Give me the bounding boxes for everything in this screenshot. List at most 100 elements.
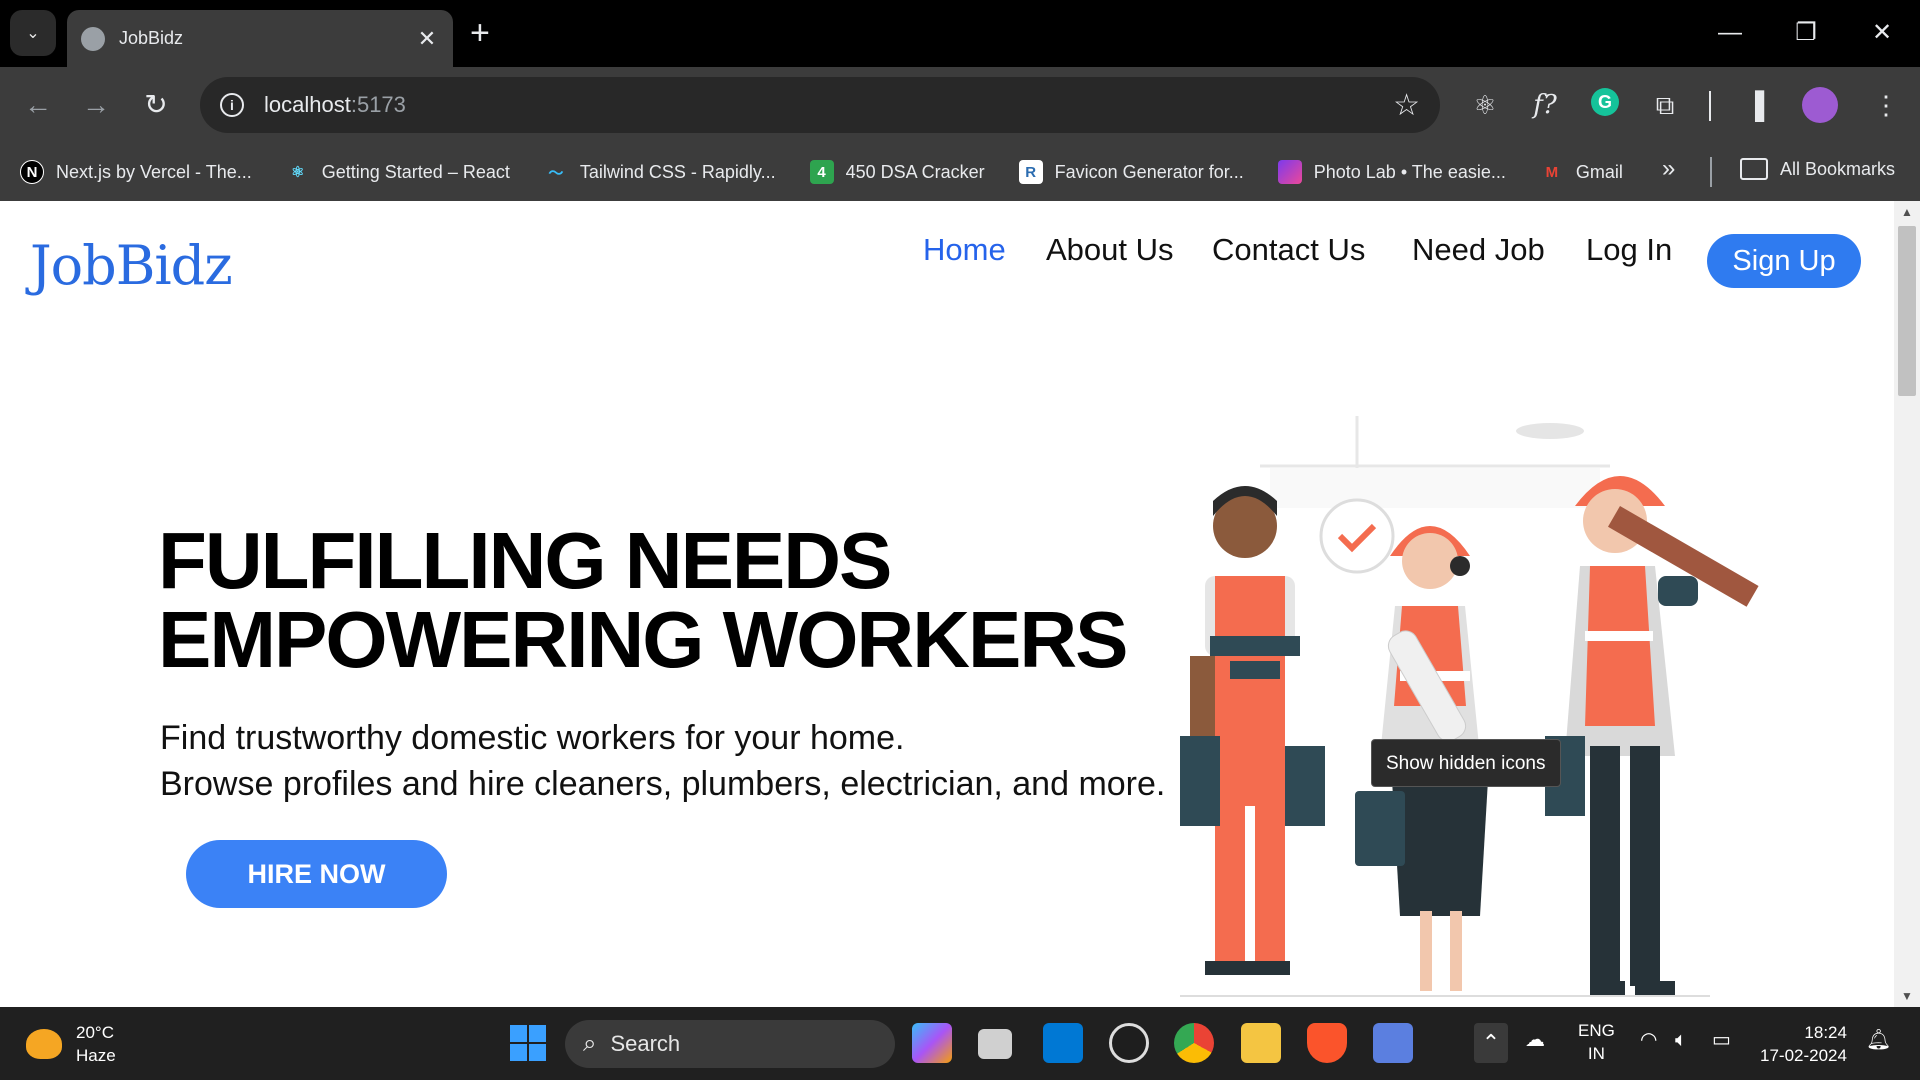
toolbar-divider (1709, 91, 1711, 121)
bookmark-item[interactable]: 4 450 DSA Cracker (809, 160, 985, 184)
chrome-icon[interactable] (1174, 1023, 1214, 1063)
bookmarks-bar: N Next.js by Vercel - The... ⚛ Getting S… (0, 143, 1920, 201)
photolab-icon (1277, 160, 1302, 184)
bookmark-label: Next.js by Vercel - The... (56, 161, 252, 182)
task-view-icon[interactable] (978, 1029, 1012, 1059)
site-info-icon[interactable]: i (220, 93, 244, 117)
battery-icon[interactable]: ▭ (1712, 1029, 1731, 1052)
nav-home[interactable]: Home (923, 232, 1006, 268)
file-explorer-icon[interactable] (1241, 1023, 1281, 1063)
language-indicator[interactable]: ENG IN (1578, 1019, 1615, 1065)
weather-widget[interactable]: 20°C Haze (26, 1021, 116, 1067)
volume-icon[interactable]: 🔈︎ (1675, 1029, 1687, 1052)
browser-tab[interactable]: JobBidz ✕ (67, 10, 453, 67)
taskbar-search[interactable]: ⌕ Search (565, 1020, 895, 1068)
bookmark-label: 450 DSA Cracker (845, 161, 985, 182)
bookmark-label: Photo Lab • The easie... (1313, 161, 1506, 182)
check-bubble (1319, 498, 1395, 574)
brave-icon[interactable] (1307, 1023, 1347, 1063)
search-icon: ⌕ (583, 1030, 597, 1057)
scroll-thumb[interactable] (1898, 226, 1916, 396)
svg-text:G: G (1598, 92, 1612, 112)
bookmarks-divider (1710, 157, 1712, 187)
signup-button[interactable]: Sign Up (1707, 234, 1861, 288)
bookmark-label: Gmail (1575, 161, 1623, 182)
react-icon: ⚛ (291, 164, 305, 181)
tab-search-button[interactable]: ⌄ (10, 10, 56, 56)
bookmark-item[interactable]: ⚛ Getting Started – React (286, 160, 510, 184)
extensions-icon[interactable]: ⧉ (1647, 87, 1683, 123)
copilot-icon[interactable] (912, 1023, 952, 1063)
menu-icon[interactable]: ⋮ (1868, 87, 1904, 123)
dsa-icon: 4 (809, 160, 834, 184)
back-icon[interactable]: ← (18, 85, 58, 125)
reload-icon[interactable]: ↻ (136, 85, 176, 125)
windows-start-icon[interactable] (508, 1023, 548, 1063)
onedrive-icon[interactable]: ☁ (1525, 1029, 1545, 1052)
tailwind-icon: 〜 (548, 164, 564, 182)
hero-subtitle: Find trustworthy domestic workers for yo… (160, 715, 1165, 807)
nav-log-in[interactable]: Log In (1586, 232, 1672, 268)
page-viewport: JobBidz Home About Us Contact Us Need Jo… (0, 201, 1894, 1007)
gmail-icon: M (1545, 163, 1559, 181)
react-devtools-icon[interactable]: ⚛ (1467, 87, 1503, 123)
profile-avatar[interactable] (1802, 87, 1838, 123)
hero-line-2: EMPOWERING WORKERS (158, 595, 1128, 684)
bookmark-label: Favicon Generator for... (1054, 161, 1244, 182)
bookmark-item[interactable]: 〜 Tailwind CSS - Rapidly... (544, 160, 776, 184)
cloud-shape (1516, 423, 1584, 439)
minimize-icon[interactable]: — (1710, 14, 1750, 52)
browser-toolbar: ← → ↻ i localhost :5173 ☆ ⚛ f? G ⧉ ▐ ⋮ (0, 67, 1920, 143)
scroll-down-icon[interactable]: ▼ (1898, 989, 1916, 1003)
nav-need-job[interactable]: Need Job (1412, 232, 1545, 268)
bookmark-star-icon[interactable]: ☆ (1393, 88, 1420, 123)
nav-about-us[interactable]: About Us (1046, 232, 1174, 268)
hero-subtitle-line-1: Find trustworthy domestic workers for yo… (160, 719, 905, 757)
worker-left (1180, 486, 1325, 975)
wifi-icon[interactable]: ◠ (1640, 1029, 1657, 1052)
all-bookmarks-button[interactable]: All Bookmarks (1740, 158, 1895, 180)
font-extension-icon[interactable]: f? (1527, 87, 1563, 123)
close-window-icon[interactable]: ✕ (1862, 14, 1902, 52)
url-host: localhost (264, 92, 351, 117)
site-logo[interactable]: JobBidz (30, 234, 233, 297)
url-port: :5173 (350, 92, 406, 117)
nextjs-icon: N (20, 160, 44, 184)
workers-illustration (1180, 416, 1759, 997)
search-label: Search (610, 1031, 681, 1056)
vscode-icon[interactable] (1043, 1023, 1083, 1063)
weather-condition: Haze (76, 1046, 116, 1065)
forward-icon[interactable]: → (76, 85, 116, 125)
new-tab-button[interactable]: + (470, 14, 490, 52)
app-icon[interactable] (1373, 1023, 1413, 1063)
browser-tab-bar: ⌄ JobBidz ✕ + — ❐ ✕ (0, 0, 1920, 67)
chevron-down-icon: ⌄ (26, 25, 40, 42)
bookmark-item[interactable]: Photo Lab • The easie... (1277, 160, 1506, 184)
tab-title: JobBidz (119, 28, 184, 48)
system-clock[interactable]: 18:24 17-02-2024 (1760, 1021, 1847, 1067)
region-code: IN (1587, 1044, 1605, 1063)
show-hidden-icons-button[interactable]: ⌃ (1474, 1023, 1508, 1063)
bookmark-item[interactable]: N Next.js by Vercel - The... (20, 160, 252, 184)
clock-date: 17-02-2024 (1760, 1046, 1847, 1065)
hire-now-button[interactable]: HIRE NOW (186, 840, 447, 908)
temperature: 20°C (76, 1023, 114, 1042)
close-tab-icon[interactable]: ✕ (415, 26, 439, 52)
side-panel-icon[interactable]: ▐ (1737, 87, 1773, 123)
hero-title: FULFILLING NEEDS EMPOWERING WORKERS (158, 516, 1128, 684)
bookmark-item[interactable]: M Gmail (1540, 160, 1623, 184)
hero-subtitle-line-2: Browse profiles and hire cleaners, plumb… (160, 765, 1166, 803)
hero-line-1: FULFILLING NEEDS (158, 516, 892, 605)
bookmark-label: Tailwind CSS - Rapidly... (579, 161, 776, 182)
language-code: ENG (1578, 1021, 1615, 1040)
obs-icon[interactable] (1109, 1023, 1149, 1063)
scroll-up-icon[interactable]: ▲ (1898, 205, 1916, 219)
all-bookmarks-label: All Bookmarks (1780, 158, 1896, 179)
notification-icon[interactable]: 🔔︎ (1866, 1029, 1891, 1052)
bookmark-item[interactable]: R Favicon Generator for... (1018, 160, 1244, 184)
address-bar[interactable]: i localhost :5173 ☆ (200, 77, 1440, 133)
grammarly-icon[interactable]: G (1587, 87, 1623, 123)
restore-icon[interactable]: ❐ (1786, 14, 1826, 52)
nav-contact-us[interactable]: Contact Us (1212, 232, 1365, 268)
more-bookmarks-icon[interactable]: » (1662, 155, 1675, 183)
